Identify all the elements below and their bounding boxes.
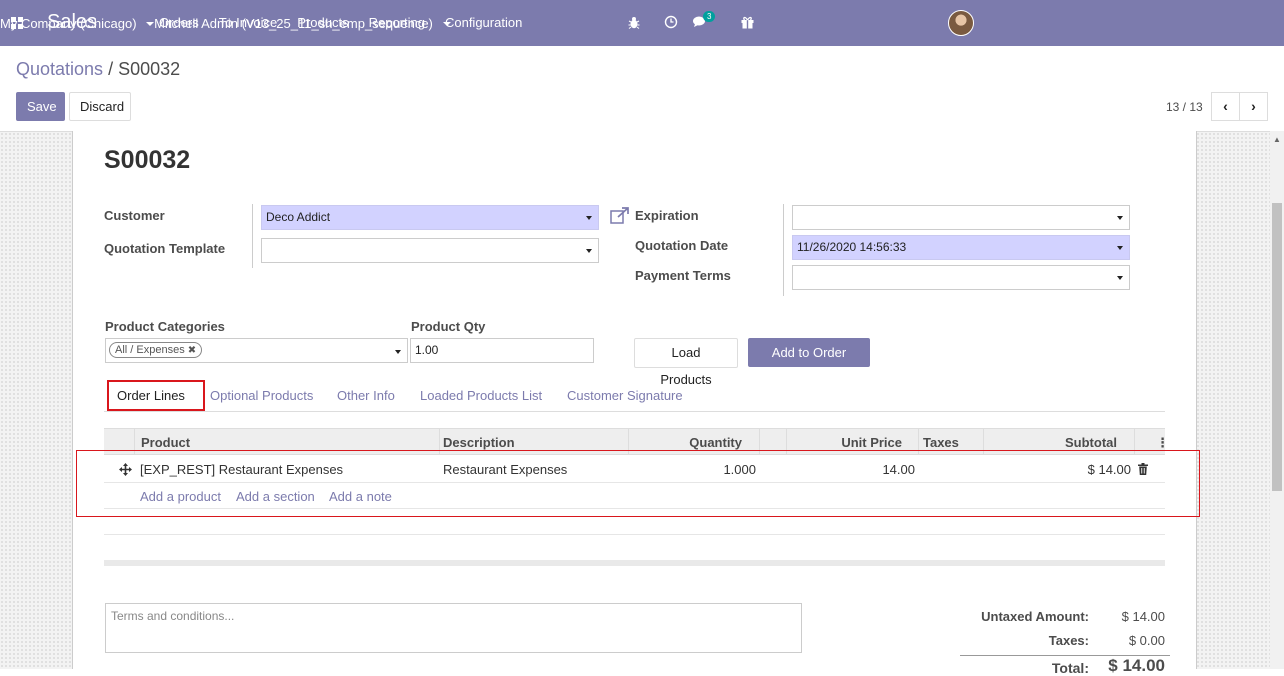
customer-label: Customer xyxy=(104,208,165,223)
apps-menu-icon[interactable] xyxy=(11,17,23,29)
quotation-template-label: Quotation Template xyxy=(104,241,226,256)
pager-previous-button[interactable]: ‹ xyxy=(1211,92,1240,121)
activity-clock-icon[interactable] xyxy=(664,15,678,29)
tab-customer-signature[interactable]: Customer Signature xyxy=(567,388,683,403)
vertical-scrollbar[interactable]: ▲ xyxy=(1270,131,1284,669)
scrollbar-thumb[interactable] xyxy=(1272,203,1282,491)
add-to-order-line-button[interactable]: Add to Order Line xyxy=(748,338,870,387)
chevron-down-icon[interactable] xyxy=(1117,276,1123,280)
payment-terms-field[interactable] xyxy=(792,265,1130,290)
messages-button[interactable]: 3 xyxy=(693,11,716,30)
pager-value[interactable]: 13 / 13 xyxy=(1166,100,1203,114)
taxes-label: Taxes: xyxy=(1048,633,1089,648)
main-menu: Orders To Invoice Products Reporting Con… xyxy=(159,15,542,30)
column-options-icon[interactable]: ⋮ xyxy=(1156,435,1169,451)
gift-icon[interactable] xyxy=(741,15,754,29)
expiration-label: Expiration xyxy=(635,208,699,223)
chevron-down-icon[interactable] xyxy=(1117,246,1123,250)
row-divider xyxy=(104,534,1165,535)
remove-tag-icon[interactable]: ✖ xyxy=(188,345,196,356)
column-header-subtotal[interactable]: Subtotal xyxy=(1004,435,1117,450)
product-qty-field[interactable]: 1.00 xyxy=(410,338,594,363)
discard-button[interactable]: Discard xyxy=(69,92,131,121)
expiration-field[interactable] xyxy=(792,205,1130,230)
category-tag: All / Expenses ✖ xyxy=(109,342,203,358)
breadcrumb-current: S00032 xyxy=(118,59,181,79)
top-navbar: Sales Orders To Invoice Products Reporti… xyxy=(0,0,1284,46)
breadcrumb: Quotations / S00032 xyxy=(16,59,180,80)
chevron-down-icon[interactable] xyxy=(1117,216,1123,220)
external-link-icon[interactable] xyxy=(610,207,630,225)
menu-item-orders[interactable]: Orders xyxy=(159,15,199,30)
chevron-down-icon xyxy=(146,22,155,27)
terms-and-conditions-input[interactable]: Terms and conditions... xyxy=(105,603,802,653)
product-categories-label: Product Categories xyxy=(105,319,225,334)
untaxed-amount-value: $ 14.00 xyxy=(1121,609,1165,624)
quotation-date-field[interactable]: 11/26/2020 14:56:33 xyxy=(792,235,1130,260)
category-tag-label: All / Expenses xyxy=(115,344,185,356)
highlight-box xyxy=(107,380,205,411)
chevron-down-icon[interactable] xyxy=(395,350,401,354)
quotation-date-value: 11/26/2020 14:56:33 xyxy=(797,240,907,254)
menu-item-products[interactable]: Products xyxy=(297,15,348,30)
menu-item-reporting[interactable]: Reporting xyxy=(369,15,425,30)
customer-field[interactable]: Deco Addict xyxy=(261,205,599,230)
quotation-title: S00032 xyxy=(104,146,191,174)
menu-item-configuration[interactable]: Configuration xyxy=(445,15,522,30)
quotation-template-field[interactable] xyxy=(261,238,599,263)
tab-other-info[interactable]: Other Info xyxy=(337,388,395,403)
chevron-down-icon[interactable] xyxy=(586,249,592,253)
breadcrumb-quotations[interactable]: Quotations xyxy=(16,59,103,79)
terms-placeholder: Terms and conditions... xyxy=(111,609,235,623)
chevron-down-icon[interactable] xyxy=(586,216,592,220)
group-divider xyxy=(252,204,253,268)
save-button[interactable]: Save xyxy=(16,92,65,121)
column-header-description[interactable]: Description xyxy=(443,435,515,450)
user-avatar[interactable] xyxy=(948,10,974,36)
tab-loaded-products-list[interactable]: Loaded Products List xyxy=(420,388,542,403)
customer-value: Deco Addict xyxy=(266,210,331,224)
total-value: $ 14.00 xyxy=(1108,656,1165,675)
group-divider xyxy=(783,204,784,296)
column-header-product[interactable]: Product xyxy=(141,435,190,450)
tab-optional-products[interactable]: Optional Products xyxy=(210,388,313,403)
message-count-badge: 3 xyxy=(703,11,716,22)
bug-icon[interactable] xyxy=(628,16,640,29)
scroll-up-icon[interactable]: ▲ xyxy=(1273,135,1281,144)
table-footer-bar xyxy=(104,560,1165,566)
product-qty-label: Product Qty xyxy=(411,319,486,334)
payment-terms-label: Payment Terms xyxy=(635,268,731,283)
product-qty-value: 1.00 xyxy=(415,343,439,357)
quotation-date-label: Quotation Date xyxy=(635,238,729,253)
menu-item-to-invoice[interactable]: To Invoice xyxy=(219,15,278,30)
load-products-button[interactable]: Load Products xyxy=(634,338,738,387)
untaxed-amount-label: Untaxed Amount: xyxy=(981,609,1089,624)
highlight-box xyxy=(76,450,1200,517)
taxes-value: $ 0.00 xyxy=(1128,633,1165,648)
column-header-quantity[interactable]: Quantity xyxy=(644,435,742,450)
column-header-unit-price[interactable]: Unit Price xyxy=(804,435,902,450)
pager-next-button[interactable]: › xyxy=(1239,92,1268,121)
column-header-taxes[interactable]: Taxes xyxy=(923,435,959,450)
app-name[interactable]: Sales xyxy=(47,11,97,34)
total-label: Total: xyxy=(1051,660,1089,676)
breadcrumb-separator: / xyxy=(103,59,119,79)
tabs-divider xyxy=(104,411,1165,412)
